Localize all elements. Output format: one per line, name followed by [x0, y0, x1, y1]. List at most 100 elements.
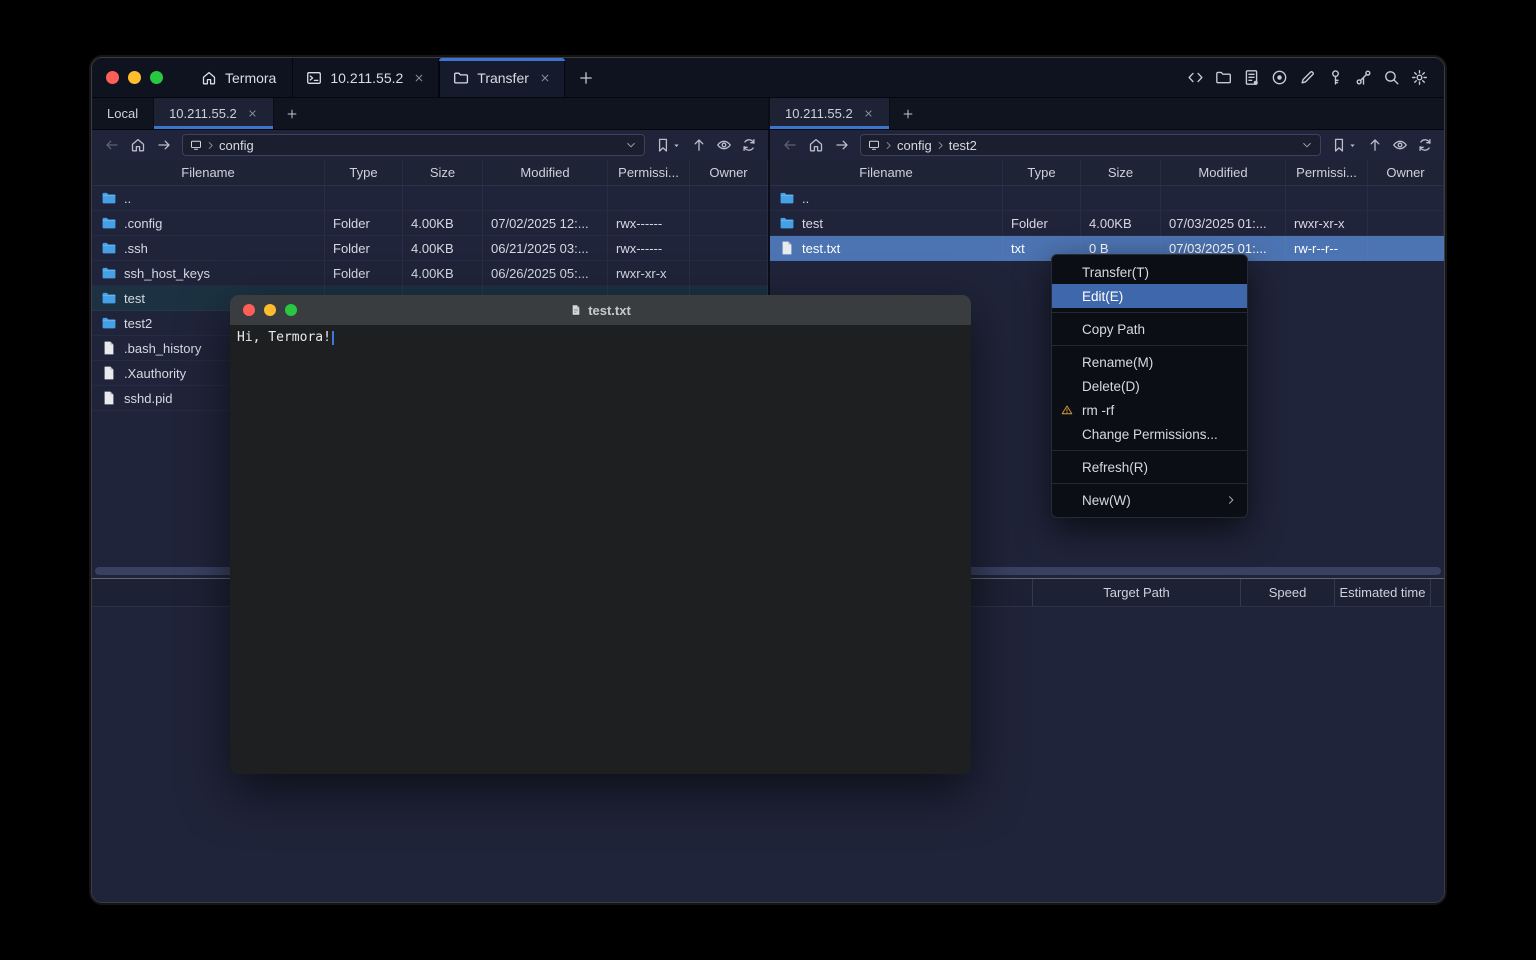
editor-content[interactable]: Hi, Termora! [230, 325, 971, 774]
file-row[interactable]: .. [770, 186, 1444, 211]
type-cell [325, 186, 403, 210]
filename-label: .. [124, 191, 131, 206]
keychain-icon[interactable] [1355, 69, 1372, 86]
menu-item-change-permissions[interactable]: Change Permissions... [1052, 422, 1247, 446]
column-header-estimated-time[interactable]: Estimated time [1334, 579, 1430, 606]
menu-separator [1052, 483, 1247, 484]
minimize-button[interactable] [128, 71, 141, 84]
size-cell [1081, 186, 1161, 210]
key-icon[interactable] [1327, 69, 1344, 86]
forward-button[interactable] [152, 134, 175, 157]
new-panel-tab-button[interactable] [274, 98, 310, 129]
column-header-target-path[interactable]: Target Path [1032, 579, 1240, 606]
right-panel-tab-10-211-55-2[interactable]: 10.211.55.2 [770, 98, 890, 129]
owner-cell [1368, 211, 1444, 235]
back-button[interactable] [778, 134, 801, 157]
menu-item-label: Transfer(T) [1082, 265, 1149, 280]
file-row[interactable]: ssh_host_keysFolder4.00KB06/26/2025 05:.… [92, 261, 768, 286]
menu-item-delete-d[interactable]: Delete(D) [1052, 374, 1247, 398]
bookmark-dropdown[interactable] [1331, 137, 1358, 153]
log-icon[interactable] [1243, 69, 1260, 86]
maximize-button[interactable] [285, 304, 297, 316]
path-field[interactable]: config test2 [860, 134, 1321, 156]
close-icon[interactable] [247, 108, 258, 119]
permissions-cell: rw-r--r-- [1286, 236, 1368, 260]
menu-item-refresh-r[interactable]: Refresh(R) [1052, 455, 1247, 479]
terminal-icon [306, 70, 322, 86]
up-directory-button[interactable] [1367, 137, 1383, 153]
show-hidden-button[interactable] [716, 137, 732, 153]
column-header-speed[interactable]: Speed [1240, 579, 1334, 606]
menu-item-new-w[interactable]: New(W) [1052, 488, 1247, 512]
column-separator [1430, 579, 1431, 606]
file-row[interactable]: testFolder4.00KB07/03/2025 01:...rwxr-xr… [770, 211, 1444, 236]
column-header-type[interactable]: Type [325, 160, 403, 185]
menu-item-rename-m[interactable]: Rename(M) [1052, 350, 1247, 374]
home-button[interactable] [804, 134, 827, 157]
menu-item-rm-rf[interactable]: rm -rf [1052, 398, 1247, 422]
column-header-size[interactable]: Size [403, 160, 483, 185]
menu-item-copy-path[interactable]: Copy Path [1052, 317, 1247, 341]
column-header-permissi-[interactable]: Permissi... [608, 160, 690, 185]
search-icon[interactable] [1383, 69, 1400, 86]
chevron-down-icon[interactable] [1301, 139, 1313, 151]
menu-item-label: Change Permissions... [1082, 427, 1218, 442]
forward-button[interactable] [830, 134, 853, 157]
plus-icon [902, 108, 914, 120]
path-segment[interactable]: test2 [949, 138, 977, 153]
filename-cell: test.txt [770, 236, 1003, 260]
column-header-modified[interactable]: Modified [1161, 160, 1286, 185]
new-panel-tab-button[interactable] [890, 98, 926, 129]
file-row[interactable]: .. [92, 186, 768, 211]
minimize-button[interactable] [264, 304, 276, 316]
window-tab-transfer[interactable]: Transfer [439, 58, 565, 97]
close-button[interactable] [106, 71, 119, 84]
file-row[interactable]: .sshFolder4.00KB06/21/2025 03:...rwx----… [92, 236, 768, 261]
permissions-cell: rwx------ [608, 211, 690, 235]
app-menu-item[interactable]: Termora [185, 58, 292, 97]
maximize-button[interactable] [150, 71, 163, 84]
path-field[interactable]: config [182, 134, 645, 156]
record-icon[interactable] [1271, 69, 1288, 86]
left-panel-tab-10-211-55-2[interactable]: 10.211.55.2 [154, 98, 274, 129]
path-segment[interactable]: config [897, 138, 932, 153]
code-icon[interactable] [1187, 69, 1204, 86]
column-header-filename[interactable]: Filename [92, 160, 325, 185]
new-tab-button[interactable] [565, 58, 607, 97]
window-tab-10-211-55-2[interactable]: 10.211.55.2 [292, 58, 439, 97]
column-header-filename[interactable]: Filename [770, 160, 1003, 185]
file-fill-icon [101, 390, 117, 406]
folder-icon[interactable] [1215, 69, 1232, 86]
gear-icon[interactable] [1411, 69, 1428, 86]
menu-item-transfer-t[interactable]: Transfer(T) [1052, 260, 1247, 284]
folder-fill-icon [101, 265, 117, 281]
filename-label: .bash_history [124, 341, 201, 356]
show-hidden-button[interactable] [1392, 137, 1408, 153]
owner-cell [690, 211, 768, 235]
path-segment[interactable]: config [219, 138, 254, 153]
refresh-button[interactable] [741, 137, 757, 153]
menu-item-edit-e[interactable]: Edit(E) [1052, 284, 1247, 308]
close-icon[interactable] [863, 108, 874, 119]
column-header-permissi-[interactable]: Permissi... [1286, 160, 1368, 185]
chevron-down-icon[interactable] [625, 139, 637, 151]
left-panel-tab-local[interactable]: Local [92, 98, 154, 129]
menu-item-label: New(W) [1082, 493, 1131, 508]
refresh-button[interactable] [1417, 137, 1433, 153]
column-header-owner[interactable]: Owner [1368, 160, 1444, 185]
column-header-modified[interactable]: Modified [483, 160, 608, 185]
bookmark-dropdown[interactable] [655, 137, 682, 153]
column-header-owner[interactable]: Owner [690, 160, 768, 185]
back-button[interactable] [100, 134, 123, 157]
pencil-icon[interactable] [1299, 69, 1316, 86]
close-icon[interactable] [413, 72, 425, 84]
file-row[interactable]: .configFolder4.00KB07/02/2025 12:...rwx-… [92, 211, 768, 236]
column-header-size[interactable]: Size [1081, 160, 1161, 185]
editor-titlebar[interactable]: test.txt [230, 295, 971, 325]
close-button[interactable] [243, 304, 255, 316]
close-icon[interactable] [539, 72, 551, 84]
up-directory-button[interactable] [691, 137, 707, 153]
column-header-type[interactable]: Type [1003, 160, 1081, 185]
menu-separator [1052, 312, 1247, 313]
home-button[interactable] [126, 134, 149, 157]
